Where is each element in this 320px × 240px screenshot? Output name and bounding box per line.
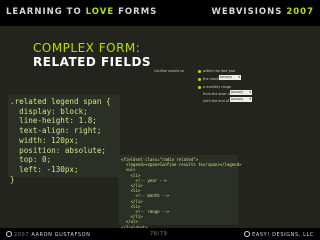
dropdown-arrow-icon: ▾ bbox=[249, 97, 251, 101]
heading-line-2: RELATED FIELDS bbox=[33, 55, 152, 69]
code-line: line-height: 1.8; bbox=[10, 116, 97, 126]
form-demo: Confine results to within the last year … bbox=[147, 66, 265, 106]
conference-brand: WEBVISIONS 2007 bbox=[211, 7, 314, 17]
creative-commons-icon bbox=[6, 231, 12, 237]
code-line: top: 0; bbox=[10, 155, 52, 165]
code-line: } bbox=[10, 174, 15, 184]
radio-year[interactable]: within the last year bbox=[198, 69, 236, 73]
company-logo-icon bbox=[244, 231, 251, 237]
code-line: text-align: right; bbox=[10, 126, 102, 136]
code-line: .related legend span { bbox=[10, 97, 111, 106]
radio-icon bbox=[198, 85, 201, 89]
from-select[interactable]: January 2006▾ bbox=[230, 90, 252, 99]
title-bar: LEARNING TO LOVE FORMS WEBVISIONS 2007 bbox=[0, 0, 320, 26]
radio-icon bbox=[198, 77, 201, 81]
radio-range[interactable]: a monthly range bbox=[198, 85, 231, 89]
footer-company: EASY! DESIGNS, LLC bbox=[244, 231, 314, 238]
code-line: display: block; bbox=[10, 106, 88, 116]
code-line: left: -130px; bbox=[10, 164, 79, 174]
demo-legend: Confine results to bbox=[154, 69, 184, 73]
html-code-block: <fieldset class="radio related"> <legend… bbox=[118, 155, 242, 230]
css-code-block: .related legend span { display: block; l… bbox=[8, 95, 120, 184]
until-select[interactable]: January 2006 ▾ bbox=[230, 97, 252, 106]
heading-line-1: COMPLEX FORM: bbox=[33, 41, 141, 55]
dropdown-arrow-icon: ▾ bbox=[249, 90, 251, 94]
month-select[interactable]: January ▾ bbox=[219, 75, 241, 80]
page-number: 78/79 bbox=[150, 231, 168, 237]
code-line: width: 120px; bbox=[10, 135, 79, 145]
dropdown-arrow-icon: ▾ bbox=[238, 75, 240, 79]
slide-heading: COMPLEX FORM: RELATED FIELDS bbox=[33, 41, 151, 69]
until-label: until the end of bbox=[203, 99, 229, 103]
from-label: from the start of bbox=[203, 92, 231, 96]
presentation-title: LEARNING TO LOVE FORMS bbox=[6, 7, 158, 17]
code-line: position: absolute; bbox=[10, 145, 107, 155]
radio-icon bbox=[198, 69, 201, 73]
footer-credit: 2007 AARON GUSTAFSON bbox=[6, 231, 90, 238]
code-line: <legend><span>Confine results to</span><… bbox=[121, 162, 242, 168]
